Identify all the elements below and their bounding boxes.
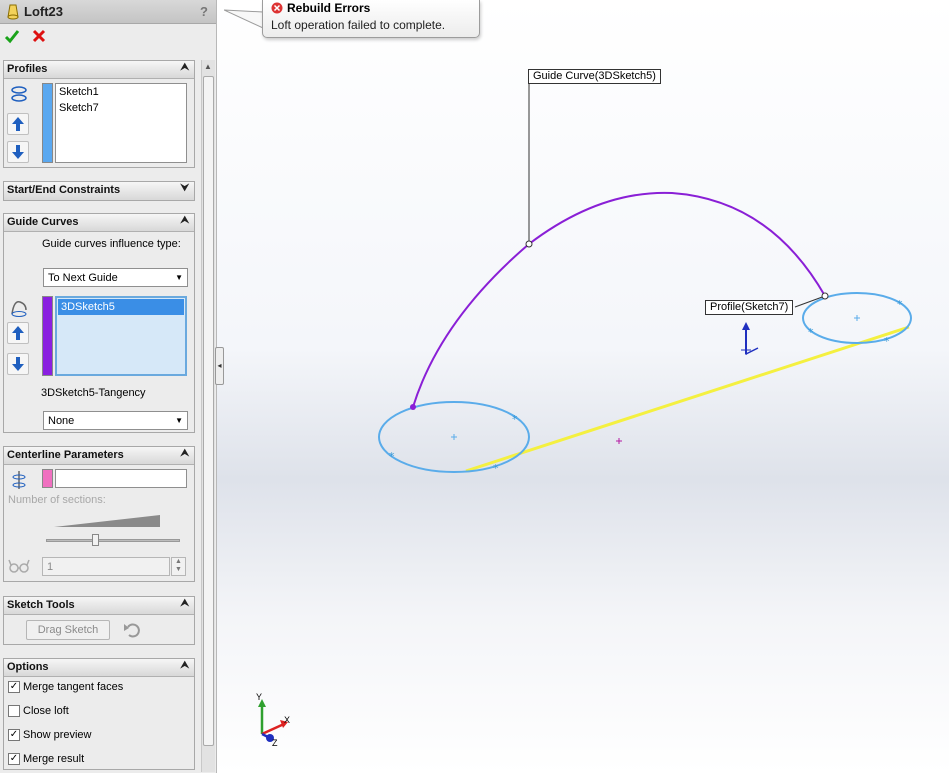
checkbox-box[interactable]: ✓ <box>8 753 20 766</box>
start-end-constraints-header[interactable]: Start/End Constraints ⮟ <box>4 182 194 200</box>
start-end-constraints-group: Start/End Constraints ⮟ <box>3 181 195 201</box>
guide-curve-selection-icon <box>8 296 30 318</box>
sections-spin-input[interactable]: 1 <box>42 557 170 576</box>
ok-check-icon[interactable] <box>4 28 20 47</box>
profile-list-item[interactable]: Sketch1 <box>56 84 186 100</box>
guide-move-down-button[interactable] <box>7 353 29 375</box>
centerline-color-swatch <box>42 469 53 488</box>
sections-ramp-graphic <box>54 515 160 527</box>
property-manager-panel: Loft23 ? ▲ Profiles ⮝ Sketch1 Sketch7 St… <box>0 0 217 773</box>
graphics-area[interactable] <box>217 0 949 773</box>
help-icon[interactable]: ? <box>200 4 208 19</box>
collapse-chevron-up-icon[interactable]: ⮝ <box>181 448 190 459</box>
sections-spinner-arrows-icon[interactable]: ▲ ▼ <box>171 557 186 576</box>
dropdown-arrow-icon: ▼ <box>175 416 183 425</box>
triad-x-label: X <box>284 715 291 725</box>
loft-feature-icon <box>6 4 20 23</box>
triad-y-label: Y <box>256 692 263 702</box>
close-loft-checkbox[interactable]: Close loft <box>8 705 69 721</box>
guide-curve-list-item[interactable]: 3DSketch5 <box>58 299 184 315</box>
merge-result-checkbox[interactable]: ✓ Merge result <box>8 753 84 769</box>
show-preview-checkbox[interactable]: ✓ Show preview <box>8 729 91 745</box>
profile-callout[interactable]: Profile(Sketch7) <box>705 300 794 315</box>
centerline-selection-icon <box>8 469 30 491</box>
start-end-constraints-label: Start/End Constraints <box>7 184 121 196</box>
sections-label: Number of sections: <box>8 494 106 506</box>
checkbox-box[interactable]: ✓ <box>8 681 20 694</box>
checkbox-label: Close loft <box>23 705 69 718</box>
profiles-list[interactable]: Sketch1 Sketch7 <box>55 83 187 163</box>
influence-type-value: To Next Guide <box>48 272 118 284</box>
scrollbar-thumb[interactable] <box>203 76 214 746</box>
sections-slider-track[interactable] <box>46 539 180 542</box>
tangency-dropdown[interactable]: None ▼ <box>43 411 188 430</box>
checkbox-box[interactable]: ✓ <box>8 729 20 742</box>
checkbox-label: Merge tangent faces <box>23 681 124 694</box>
centerline-input[interactable] <box>55 469 187 488</box>
profile-selection-icon <box>8 83 30 105</box>
scroll-up-arrow-icon[interactable]: ▲ <box>204 62 212 71</box>
guide-curves-header[interactable]: Guide Curves ⮝ <box>4 214 194 232</box>
rebuild-errors-balloon[interactable]: Rebuild Errors Loft operation failed to … <box>262 0 480 38</box>
centerline-parameters-header[interactable]: Centerline Parameters ⮝ <box>4 447 194 465</box>
pm-scrollbar[interactable]: ▲ <box>201 60 215 772</box>
move-up-button[interactable] <box>7 113 29 135</box>
drag-sketch-button[interactable]: Drag Sketch <box>26 620 110 640</box>
expand-chevron-down-icon[interactable]: ⮟ <box>181 183 190 194</box>
move-down-button[interactable] <box>7 141 29 163</box>
error-title: Rebuild Errors <box>287 1 371 15</box>
guide-curves-list[interactable]: 3DSketch5 <box>55 296 187 376</box>
profiles-group: Profiles ⮝ Sketch1 Sketch7 <box>3 60 195 168</box>
collapse-chevron-up-icon[interactable]: ⮝ <box>181 215 190 226</box>
panel-splitter-handle[interactable]: ◂ <box>215 347 224 385</box>
collapse-chevron-up-icon[interactable]: ⮝ <box>181 598 190 609</box>
guide-curves-group: Guide Curves ⮝ Guide curves influence ty… <box>3 213 195 433</box>
tangency-value: None <box>48 415 75 427</box>
options-label: Options <box>7 661 49 673</box>
guide-move-up-button[interactable] <box>7 322 29 344</box>
sections-slider-thumb[interactable] <box>92 534 99 546</box>
influence-type-label: Guide curves influence type: <box>42 238 181 250</box>
pm-action-buttons <box>4 28 55 48</box>
sketch-tools-header[interactable]: Sketch Tools ⮝ <box>4 597 194 615</box>
checkbox-label: Merge result <box>23 753 85 766</box>
tangency-label: 3DSketch5-Tangency <box>41 387 146 399</box>
guide-curve-callout[interactable]: Guide Curve(3DSketch5) <box>528 69 661 84</box>
glasses-icon <box>8 558 30 580</box>
feature-title: Loft23 <box>24 4 63 19</box>
sections-value: 1 <box>47 561 54 573</box>
sketch-tools-group: Sketch Tools ⮝ Drag Sketch <box>3 596 195 645</box>
options-header[interactable]: Options ⮝ <box>4 659 194 677</box>
merge-tangent-faces-checkbox[interactable]: ✓ Merge tangent faces <box>8 681 123 697</box>
guide-curves-color-swatch <box>42 296 53 376</box>
error-icon <box>271 2 283 17</box>
collapse-chevron-up-icon[interactable]: ⮝ <box>181 660 190 671</box>
undo-icon[interactable] <box>122 620 144 642</box>
triad-z-label: Z <box>272 738 278 748</box>
profiles-color-swatch <box>42 83 53 163</box>
influence-type-dropdown[interactable]: To Next Guide ▼ <box>43 268 188 287</box>
dropdown-arrow-icon: ▼ <box>175 273 183 282</box>
checkbox-label: Show preview <box>23 729 92 742</box>
cancel-x-icon[interactable] <box>31 28 47 47</box>
feature-title-bar: Loft23 ? <box>0 0 216 24</box>
error-message: Loft operation failed to complete. <box>271 18 446 32</box>
centerline-parameters-group: Centerline Parameters ⮝ Number of sectio… <box>3 446 195 582</box>
profiles-header-label: Profiles <box>7 63 48 75</box>
profile-list-item[interactable]: Sketch7 <box>56 100 186 116</box>
options-group: Options ⮝ ✓ Merge tangent faces Close lof… <box>3 658 195 770</box>
sketch-tools-label: Sketch Tools <box>7 599 75 611</box>
profiles-header[interactable]: Profiles ⮝ <box>4 61 194 79</box>
guide-curves-header-label: Guide Curves <box>7 216 79 228</box>
centerline-parameters-label: Centerline Parameters <box>7 449 124 461</box>
error-balloon-tail <box>224 9 264 29</box>
collapse-chevron-up-icon[interactable]: ⮝ <box>181 62 190 73</box>
checkbox-box[interactable] <box>8 705 20 718</box>
